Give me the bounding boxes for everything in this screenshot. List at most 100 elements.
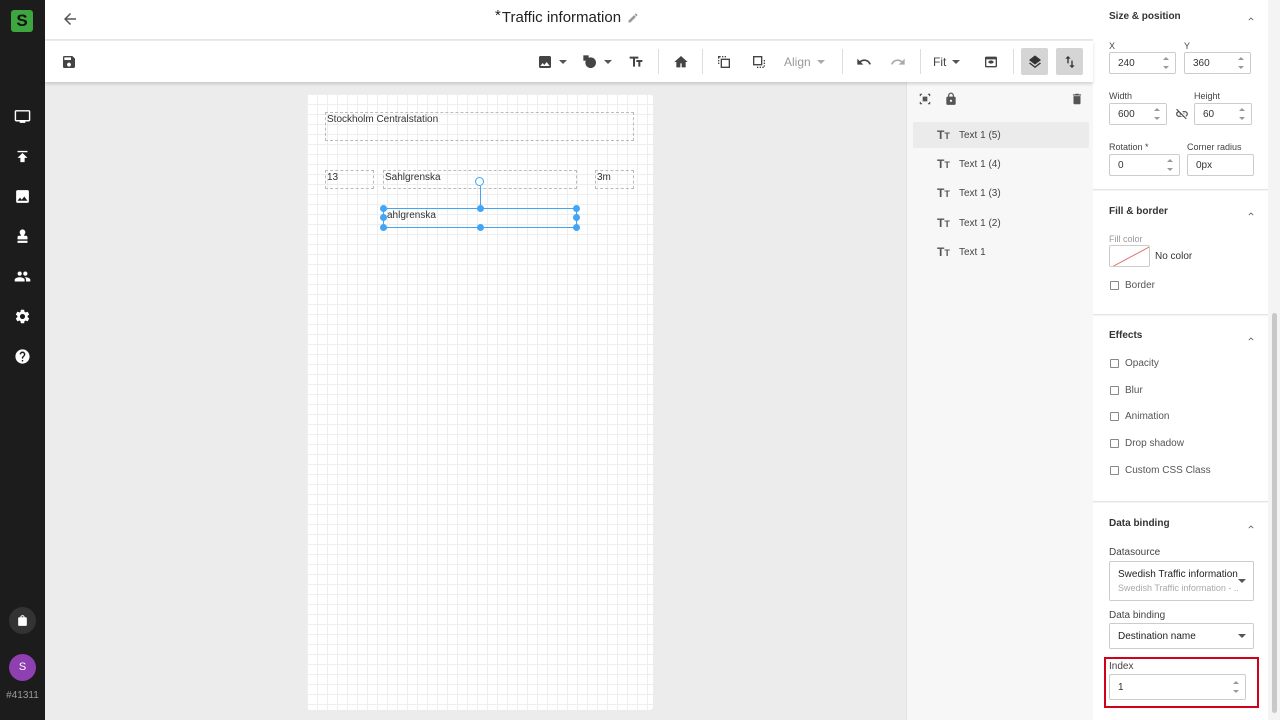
- stamp-icon[interactable]: [12, 226, 32, 246]
- text-box-line-number[interactable]: 13: [325, 170, 374, 189]
- resize-handle-s[interactable]: [477, 224, 484, 231]
- back-arrow-icon[interactable]: [61, 10, 81, 30]
- border-checkbox[interactable]: [1110, 281, 1119, 290]
- help-icon[interactable]: [12, 346, 32, 366]
- send-backward-button[interactable]: [751, 51, 767, 73]
- image-icon[interactable]: [12, 186, 32, 206]
- resize-handle-ne[interactable]: [573, 205, 580, 212]
- section-title: Effects: [1109, 330, 1143, 341]
- index-field-highlight: [1104, 657, 1259, 708]
- fill-color-swatch[interactable]: [1109, 245, 1150, 267]
- properties-scrollbar[interactable]: [1272, 313, 1277, 713]
- monitor-icon[interactable]: [12, 106, 32, 126]
- user-avatar[interactable]: S: [9, 654, 36, 681]
- layer-item[interactable]: TT Text 1 (2): [913, 210, 1089, 236]
- resize-handle-se[interactable]: [573, 224, 580, 231]
- datasource-select[interactable]: Swedish Traffic information - ... Swedis…: [1109, 561, 1254, 601]
- height-label: Height: [1194, 91, 1221, 101]
- undo-button[interactable]: [856, 51, 872, 73]
- redo-button[interactable]: [890, 51, 906, 73]
- trash-icon[interactable]: [1070, 92, 1084, 110]
- chevron-up-icon[interactable]: [1246, 208, 1256, 218]
- chevron-up-icon[interactable]: [1246, 13, 1256, 23]
- people-icon[interactable]: [12, 266, 32, 286]
- chevron-up-icon[interactable]: [1246, 333, 1256, 343]
- blur-checkbox[interactable]: [1110, 386, 1119, 395]
- layers-toggle-button[interactable]: [1021, 48, 1048, 75]
- resize-handle-sw[interactable]: [380, 224, 387, 231]
- insert-shape-button[interactable]: [582, 51, 612, 73]
- pencil-icon[interactable]: [627, 12, 639, 24]
- resize-handle-n[interactable]: [477, 205, 484, 212]
- y-input[interactable]: 360: [1184, 52, 1251, 74]
- custom-css-checkbox[interactable]: [1110, 466, 1119, 475]
- section-title: Data binding: [1109, 518, 1170, 529]
- x-input[interactable]: 240: [1109, 52, 1176, 74]
- select-group-icon[interactable]: [918, 92, 932, 110]
- bring-forward-button[interactable]: [716, 51, 732, 73]
- binding-label: Data binding: [1109, 610, 1166, 621]
- properties-toggle-button[interactable]: [1056, 48, 1083, 75]
- height-input[interactable]: 60: [1194, 103, 1252, 125]
- spinner-icon[interactable]: [1239, 107, 1247, 121]
- document-title: Traffic information: [501, 9, 622, 26]
- layer-item[interactable]: TT Text 1 (3): [913, 180, 1089, 206]
- binding-select[interactable]: Destination name: [1109, 623, 1254, 649]
- spinner-icon[interactable]: [1163, 56, 1171, 70]
- border-label: Border: [1125, 280, 1156, 291]
- save-icon: [63, 56, 75, 68]
- toolbar-divider: [842, 49, 843, 74]
- lock-icon[interactable]: [944, 92, 958, 110]
- insert-widget-button[interactable]: [673, 51, 689, 73]
- corner-radius-input[interactable]: 0px: [1187, 154, 1254, 176]
- fill-color-value: No color: [1155, 251, 1193, 262]
- y-label: Y: [1184, 41, 1191, 51]
- left-navigation: S S #41311: [0, 0, 45, 720]
- rotation-input[interactable]: 0: [1109, 154, 1180, 176]
- app-logo[interactable]: S: [11, 10, 33, 32]
- custom-css-label: Custom CSS Class: [1125, 465, 1211, 476]
- toolbar-divider: [920, 49, 921, 74]
- resize-handle-nw[interactable]: [380, 205, 387, 212]
- width-input[interactable]: 600: [1109, 103, 1167, 125]
- spinner-icon[interactable]: [1167, 158, 1175, 172]
- animation-checkbox[interactable]: [1110, 412, 1119, 421]
- shopping-bag-icon[interactable]: [9, 607, 36, 634]
- opacity-checkbox[interactable]: [1110, 359, 1119, 368]
- save-button[interactable]: [61, 51, 77, 73]
- zoom-fit-label: Fit: [933, 55, 947, 69]
- layer-item[interactable]: TT Text 1: [913, 239, 1089, 265]
- text-box-time[interactable]: 3m: [595, 170, 634, 189]
- gear-icon[interactable]: [12, 306, 32, 326]
- link-aspect-icon[interactable]: [1175, 107, 1189, 121]
- drop-shadow-checkbox[interactable]: [1110, 439, 1119, 448]
- editor-toolbar: Align Fit: [45, 41, 1093, 82]
- blur-label: Blur: [1125, 385, 1143, 396]
- datasource-label: Datasource: [1109, 547, 1161, 558]
- upload-icon[interactable]: [12, 146, 32, 166]
- x-label: X: [1109, 41, 1116, 51]
- insert-text-button[interactable]: [628, 51, 644, 73]
- align-dropdown[interactable]: Align: [784, 51, 825, 73]
- spinner-icon[interactable]: [1154, 107, 1162, 121]
- chevron-down-icon: [1238, 579, 1246, 583]
- section-title: Size & position: [1109, 11, 1181, 22]
- text-box-station[interactable]: Stockholm Centralstation: [325, 112, 634, 141]
- preview-button[interactable]: [983, 51, 999, 73]
- layer-item[interactable]: TT Text 1 (5): [913, 122, 1089, 148]
- datasource-subtext: Swedish Traffic information - ...: [1118, 583, 1238, 593]
- zoom-fit-dropdown[interactable]: Fit: [933, 51, 961, 73]
- chevron-up-icon[interactable]: [1246, 521, 1256, 531]
- rotate-handle[interactable]: [475, 177, 484, 186]
- design-canvas[interactable]: Stockholm Centralstation 13 Sahlgrenska …: [307, 94, 653, 710]
- resize-handle-e[interactable]: [573, 214, 580, 221]
- spinner-icon[interactable]: [1238, 56, 1246, 70]
- datasource-value: Swedish Traffic information - ...: [1118, 569, 1238, 580]
- chevron-down-icon: [559, 60, 567, 64]
- resize-handle-w[interactable]: [380, 214, 387, 221]
- layer-item[interactable]: TT Text 1 (4): [913, 151, 1089, 177]
- binding-value: Destination name: [1118, 631, 1196, 642]
- section-title: Fill & border: [1109, 206, 1168, 217]
- unsaved-indicator: *: [495, 7, 501, 24]
- insert-image-button[interactable]: [537, 51, 567, 73]
